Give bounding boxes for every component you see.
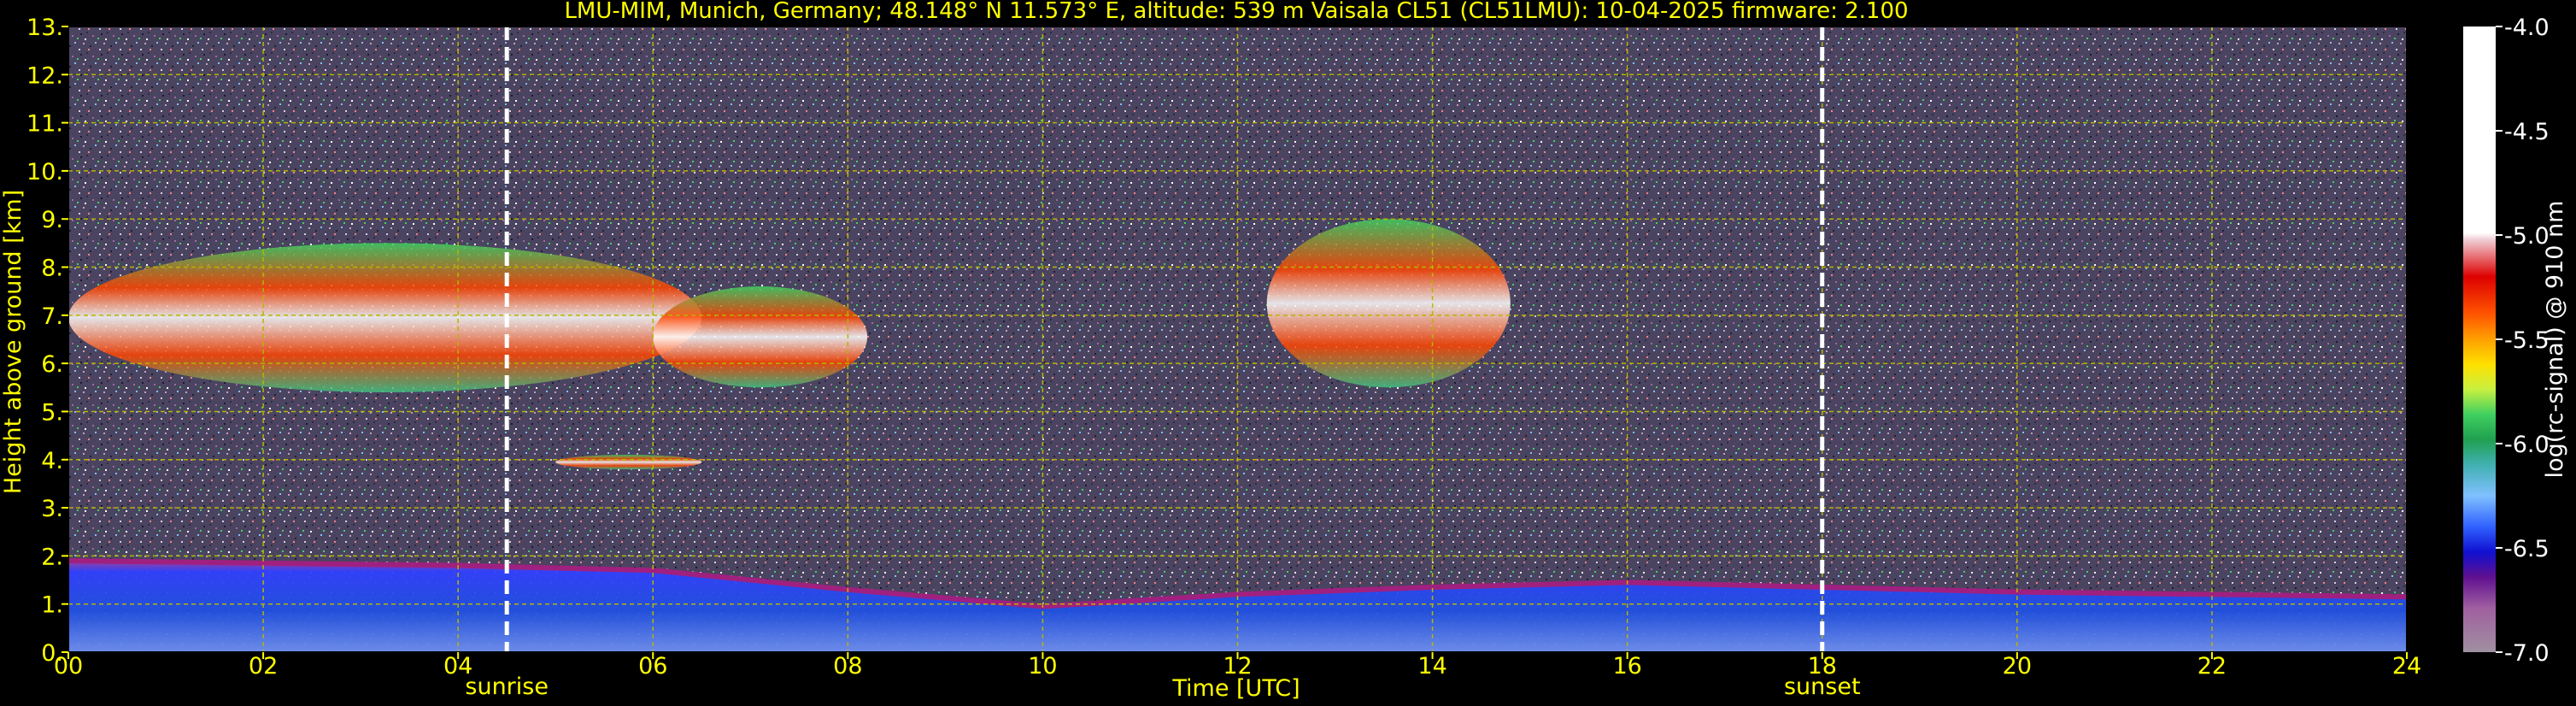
y-tick-label: 9. <box>41 207 63 233</box>
colorbar-tick-label: -7.0 <box>2504 640 2550 667</box>
x-tick-label: 02 <box>249 653 278 680</box>
y-tick-label: 11. <box>26 111 63 138</box>
y-tick-label: 2. <box>41 544 63 570</box>
colorbar-label: log(rc-signal) @ 910 nm <box>2542 201 2568 479</box>
colorbar <box>2463 26 2496 652</box>
y-tick-label: 7. <box>41 303 63 330</box>
x-tick-label: 08 <box>833 653 862 680</box>
x-tick-label: 18 <box>1808 653 1837 680</box>
cloud-layer <box>1266 219 1511 388</box>
y-tick-label: 10. <box>26 159 63 185</box>
cloud-layer <box>555 455 702 470</box>
x-tick-label: 16 <box>1612 653 1641 680</box>
y-tick-label: 6. <box>41 351 63 378</box>
y-tick-label: 13. <box>26 15 63 41</box>
cloud-layer <box>68 243 702 392</box>
x-axis-label: Time [UTC] <box>1171 675 1300 702</box>
cloud-layer <box>653 286 868 388</box>
x-tick-label: 24 <box>2392 653 2421 680</box>
x-tick-label: 20 <box>2003 653 2032 680</box>
colorbar-tick-label: -4.0 <box>2504 15 2550 41</box>
y-tick-label: 12. <box>26 62 63 89</box>
x-tick-label: 14 <box>1417 653 1446 680</box>
x-tick-label: 10 <box>1028 653 1057 680</box>
y-tick-label: 8. <box>41 256 63 282</box>
colorbar-tick-label: -4.5 <box>2504 119 2550 145</box>
chart-title: LMU-MIM, Munich, Germany; 48.148° N 11.5… <box>564 0 1908 24</box>
x-tick-label: 22 <box>2198 653 2227 680</box>
y-tick-label: 3. <box>41 496 63 522</box>
colorbar-tick-label: -6.5 <box>2504 536 2550 562</box>
y-tick-label: 5. <box>41 399 63 426</box>
sunrise-label: sunrise <box>465 674 549 700</box>
y-axis-label: Height above ground [km] <box>0 190 26 494</box>
x-tick-label: 04 <box>443 653 472 680</box>
y-tick-label: 0. <box>41 640 63 667</box>
y-tick-label: 4. <box>41 448 63 474</box>
y-tick-label: 1. <box>41 592 63 619</box>
ceilometer-chart: sunrise sunset 00 02 04 06 08 10 12 14 16 18 20 22 24… <box>0 0 2568 702</box>
x-tick-label: 06 <box>638 653 667 680</box>
